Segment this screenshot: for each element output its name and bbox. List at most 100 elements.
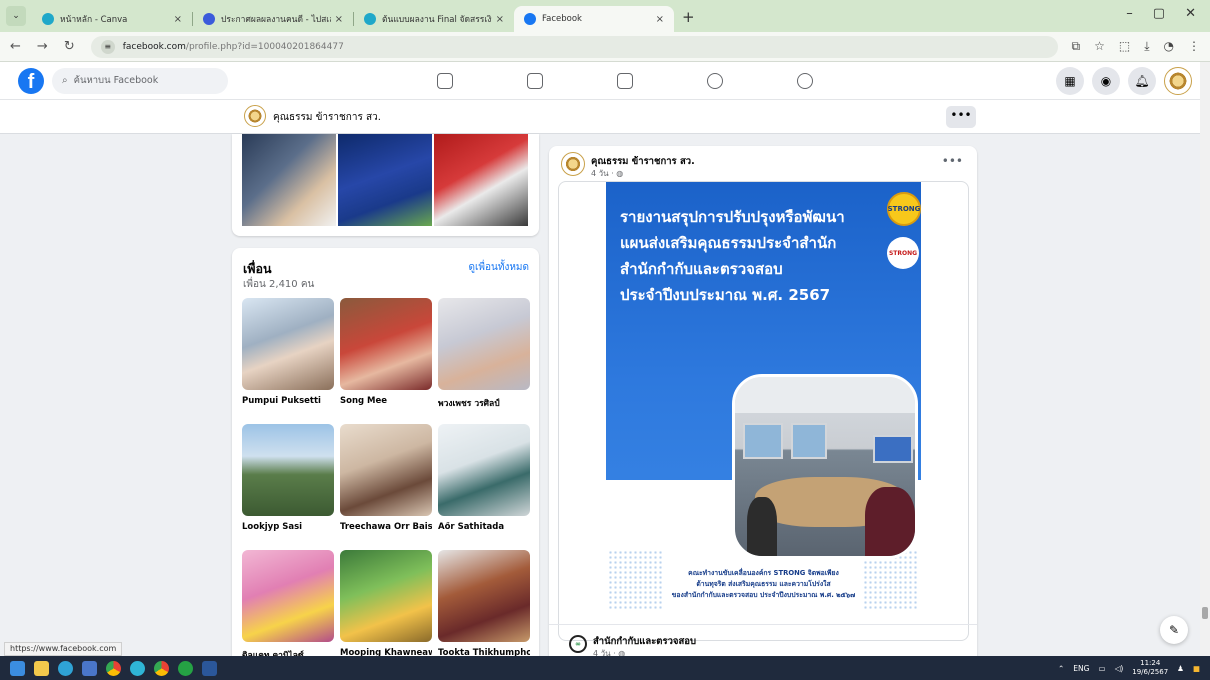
taskbar-clock[interactable]: 11:24 19/6/2567 [1132,659,1168,677]
friend-tile[interactable]: ดิลแคท คามิไลซ์ [242,550,334,662]
tab-close-button[interactable]: × [496,14,504,25]
browser-menu-icon[interactable]: ⋮ [1188,39,1200,54]
friend-photo[interactable] [340,424,432,516]
friend-tile[interactable]: Mooping Khawneaw [340,550,432,658]
profile-name[interactable]: คุณธรรม ข้าราชการ สว. [273,110,381,125]
friend-photo[interactable] [242,424,334,516]
see-all-friends-link[interactable]: ดูเพื่อนทั้งหมด [469,260,530,275]
profile-icon[interactable]: ◔ [1164,39,1174,54]
page-scrollbar[interactable] [1200,62,1210,656]
friend-tile[interactable]: Aőr Sathitada [438,424,530,532]
language-indicator[interactable]: ENG [1073,664,1089,673]
tray-app-icon[interactable]: ■ [1193,664,1200,673]
profile-more-button[interactable]: ••• [946,106,976,128]
shared-post-frame[interactable]: รายงานสรุปการปรับปรุงหรือพัฒนา แผนส่งเสร… [558,181,969,641]
line-icon[interactable] [178,660,193,676]
search-icon: ⌕ [62,75,68,86]
nav-marketplace[interactable] [580,62,670,100]
minimize-button[interactable]: – [1126,6,1133,21]
search-placeholder: ค้นหาบน Facebook [73,75,159,86]
facebook-search-input[interactable]: ⌕ ค้นหาบน Facebook [52,67,228,94]
reload-button[interactable]: ↻ [64,39,75,54]
address-bar[interactable]: ≡ facebook.com/profile.php?id=1000402018… [90,35,1058,58]
account-avatar[interactable] [1164,67,1192,95]
friend-tile[interactable]: Song Mee [340,298,432,406]
nav-video[interactable] [490,62,580,100]
menu-grid-icon[interactable]: ▦ [1056,67,1084,95]
messenger-icon[interactable]: ◉ [1092,67,1120,95]
friend-photo[interactable] [242,550,334,642]
photo-thumbnail[interactable] [338,134,432,226]
store-icon[interactable] [82,660,97,676]
extensions-icon[interactable]: ⬚ [1119,39,1130,54]
friend-photo[interactable] [438,298,530,390]
bookmark-star-icon[interactable]: ☆ [1094,39,1105,54]
notification-icon[interactable]: ♟ [1177,664,1184,673]
scrollbar-thumb[interactable] [1202,607,1208,619]
new-tab-button[interactable]: + [682,8,695,26]
friend-photo[interactable] [438,550,530,642]
friend-name[interactable]: Treechawa Orr Baison [340,522,432,532]
friend-tile[interactable]: Tookta Thikhumphorn [438,550,530,658]
friend-name[interactable]: Song Mee [340,396,432,406]
friend-photo[interactable] [438,424,530,516]
volume-icon[interactable]: ◁) [1115,664,1124,673]
network-icon[interactable]: ▭ [1098,664,1105,673]
restore-button[interactable]: ▢ [1153,6,1165,21]
new-message-button[interactable]: ✎ [1160,616,1188,644]
shared-page-avatar[interactable]: ∞ [569,635,587,653]
file-explorer-icon[interactable] [34,660,49,676]
url-host: facebook.com [122,41,186,52]
download-icon[interactable]: ⤓ [1144,39,1149,54]
friend-tile[interactable]: Lookjyp Sasi [242,424,334,532]
tab-close-button[interactable]: × [174,14,182,25]
site-info-icon[interactable]: ≡ [100,39,115,54]
friend-tile[interactable]: Pumpui Puksetti [242,298,334,406]
photo-thumbnail[interactable] [242,134,336,226]
friend-photo[interactable] [242,298,334,390]
tab-close-button[interactable]: × [335,14,343,25]
taskbar-apps [0,660,217,676]
word-icon[interactable] [202,660,217,676]
friend-photo[interactable] [340,298,432,390]
url-path: /profile.php?id=100040201864477 [185,41,344,52]
friend-name[interactable]: Aőr Sathitada [438,522,530,532]
friends-count: เพื่อน 2,410 คน [243,279,315,290]
browser-tab[interactable]: ประกาศผลผลงานคนดี - ไปสเลอร์ × [193,6,353,32]
tray-overflow-icon[interactable]: ⌃ [1058,664,1064,673]
browser-tab[interactable]: หน้าหลัก - Canva × [32,6,192,32]
post-timestamp[interactable]: 4 วัน · ◍ [591,167,623,180]
post-author-avatar[interactable] [561,152,585,176]
chrome-profile-icon[interactable] [154,660,169,676]
friend-name[interactable]: Lookjyp Sasi [242,522,334,532]
cast-icon[interactable]: ⧉ [1072,39,1081,54]
photo-thumbnail[interactable] [434,134,528,226]
notifications-bell-icon[interactable]: 🔔︎ [1128,67,1156,95]
photos-card [232,134,539,236]
edge-icon[interactable] [58,660,73,676]
profile-avatar[interactable] [244,105,266,127]
post-image[interactable]: รายงานสรุปการปรับปรุงหรือพัฒนา แผนส่งเสร… [606,182,921,624]
friend-name[interactable]: Pumpui Puksetti [242,396,334,406]
tab-close-button[interactable]: × [656,14,664,25]
nav-gaming[interactable] [760,62,850,100]
close-window-button[interactable]: ✕ [1185,6,1196,21]
friend-tile[interactable]: พวงเพชร วรศิลป์ [438,298,530,410]
start-icon[interactable] [10,660,25,676]
friend-photo[interactable] [340,550,432,642]
canva-icon[interactable] [130,660,145,676]
browser-actions: ⧉ ☆ ⬚ ⤓ ◔ ⋮ [1072,39,1200,54]
browser-tab[interactable]: ต้นแบบผลงาน Final จัดสรรเงิน (390 x 24 × [354,6,514,32]
friend-tile[interactable]: Treechawa Orr Baison [340,424,432,532]
post-options-button[interactable]: ••• [942,154,963,168]
nav-home[interactable] [400,62,490,100]
back-button[interactable]: ← [10,39,21,54]
poster-line: สำนักกำกับและตรวจสอบ [620,260,783,278]
browser-tab[interactable]: Facebook × [514,6,674,32]
tab-search-icon[interactable]: ⌄ [6,6,26,26]
chrome-icon[interactable] [106,660,121,676]
nav-groups[interactable] [670,62,760,100]
facebook-logo-icon[interactable]: f [18,67,44,94]
friend-name[interactable]: พวงเพชร วรศิลป์ [438,396,530,410]
forward-button[interactable]: → [37,39,48,54]
